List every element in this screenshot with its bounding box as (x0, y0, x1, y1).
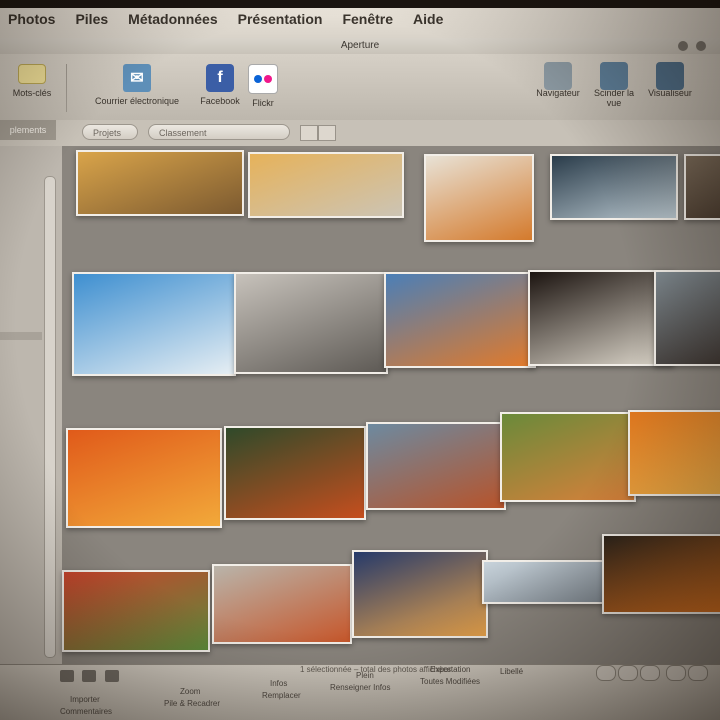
window-close-button[interactable] (696, 41, 706, 51)
rating-button-3[interactable] (640, 665, 660, 681)
bottom-toolbar: 1 sélectionnée – total des photos affich… (0, 664, 720, 720)
photo-city-aerial[interactable] (212, 564, 352, 644)
status-text: 1 sélectionnée – total des photos affich… (300, 665, 452, 674)
rating-button-4[interactable] (666, 665, 686, 681)
photo-station-train[interactable] (384, 272, 536, 368)
zoom-label[interactable]: Zoom (180, 687, 200, 696)
photo-osaka-castle[interactable] (528, 270, 674, 366)
photo-pillars-couple[interactable] (234, 272, 388, 374)
menu-piles[interactable]: Piles (75, 11, 108, 27)
screen: Photos Piles Métadonnées Présentation Fe… (0, 0, 720, 720)
import-label[interactable]: Importer (70, 695, 100, 704)
facebook-label: Facebook (200, 96, 240, 106)
facebook-icon: f (206, 64, 234, 92)
menu-photos[interactable]: Photos (8, 11, 55, 27)
split-view-tool[interactable]: Scinder la vue (586, 62, 642, 108)
sidebar-panel-divider (0, 332, 42, 340)
email-tool[interactable]: ✉ Courrier électronique (82, 64, 192, 106)
navigator-icon (544, 62, 572, 90)
navigator-tool[interactable]: Navigateur (530, 62, 586, 98)
photo-pond-reflection[interactable] (366, 422, 506, 510)
replace-label[interactable]: Remplacer (262, 691, 301, 700)
photo-orange-foliage[interactable] (628, 410, 720, 496)
window-title: Aperture (340, 40, 380, 51)
flickr-tool[interactable]: Flickr (245, 64, 281, 108)
export-label[interactable]: Exportation (430, 665, 470, 674)
info-label[interactable]: Infos (270, 679, 287, 688)
photo-white-building-autumn[interactable] (424, 154, 534, 242)
keywords-tool[interactable]: Mots-clés (6, 64, 58, 98)
menu-help[interactable]: Aide (413, 11, 443, 27)
toolbar-divider (66, 64, 67, 112)
tag-label[interactable]: Libellé (500, 667, 523, 676)
bottom-tool-icons (60, 669, 123, 687)
email-label: Courrier électronique (94, 96, 180, 106)
menu-window[interactable]: Fenêtre (342, 11, 393, 27)
window-titlebar: Aperture (0, 38, 720, 54)
photo-dark-autumn[interactable] (602, 534, 720, 614)
toolbar: Mots-clés ✉ Courrier électronique f Face… (0, 54, 720, 121)
rating-button-2[interactable] (618, 665, 638, 681)
flag-icon[interactable] (82, 670, 97, 682)
keyword-tag-icon (18, 64, 46, 84)
mail-icon: ✉ (123, 64, 151, 92)
eye-icon[interactable] (104, 670, 119, 682)
comments-label[interactable]: Commentaires (60, 707, 112, 716)
all-modified-label[interactable]: Toutes Modifiées (420, 677, 480, 686)
list-view-icon[interactable] (318, 125, 336, 141)
photo-panorama[interactable] (482, 560, 606, 604)
sidebar-scrollbar[interactable] (44, 176, 56, 658)
rating-button-1[interactable] (596, 665, 616, 681)
photo-garden-trees[interactable] (500, 412, 636, 502)
photo-glass-canopy[interactable] (550, 154, 678, 220)
browser-control-strip: plements Projets Classement (0, 120, 720, 147)
viewer-tool[interactable]: Visualiseur (642, 62, 698, 98)
projects-button[interactable]: Projets (82, 124, 138, 140)
photo-garden-pond[interactable] (224, 426, 366, 520)
library-sidebar (0, 146, 63, 676)
photo-edge-crop[interactable] (684, 154, 720, 220)
rotate-icon[interactable] (60, 670, 74, 682)
split-view-icon (600, 62, 628, 90)
photo-red-maple[interactable] (66, 428, 222, 528)
rating-button-5[interactable] (688, 665, 708, 681)
sort-select[interactable]: Classement (148, 124, 290, 140)
keywords-label: Mots-clés (12, 88, 52, 98)
photo-browser-grid (62, 146, 720, 666)
facebook-tool[interactable]: f Facebook (195, 64, 245, 106)
photo-sunset-sky[interactable] (352, 550, 488, 638)
fill-info-label[interactable]: Renseigner Infos (330, 683, 390, 692)
sidebar-tab[interactable]: plements (0, 120, 56, 140)
menu-presentation[interactable]: Présentation (238, 11, 323, 27)
photo-tower-looking-up[interactable] (72, 272, 236, 376)
photo-red-garden[interactable] (62, 570, 210, 652)
split-view-label: Scinder la vue (593, 88, 635, 108)
screen-bezel (0, 0, 720, 8)
grid-view-icon[interactable] (300, 125, 318, 141)
full-label[interactable]: Plein (356, 671, 374, 680)
viewer-icon (656, 62, 684, 90)
window-zoom-button[interactable] (678, 41, 688, 51)
photo-castle-edge[interactable] (654, 270, 720, 366)
stack-crop-label[interactable]: Pile & Recadrer (164, 699, 220, 708)
photo-ginkgo-avenue[interactable] (248, 152, 404, 218)
flickr-icon (248, 64, 278, 94)
photo-autumn-park-path[interactable] (76, 150, 244, 216)
menu-metadata[interactable]: Métadonnées (128, 11, 217, 27)
flickr-label: Flickr (252, 98, 274, 108)
